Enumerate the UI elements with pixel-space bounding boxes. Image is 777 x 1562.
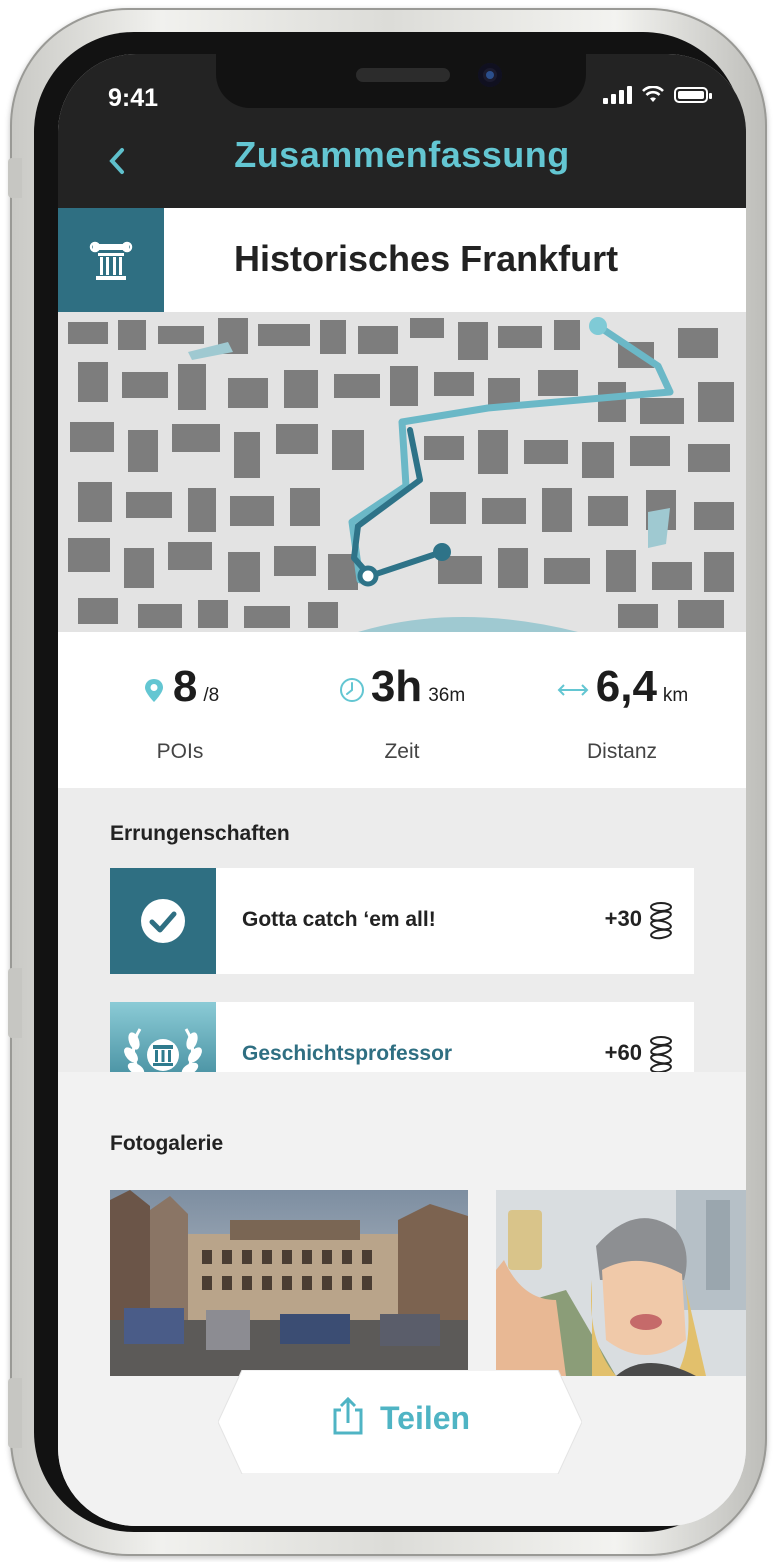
stat-value: 6,4: [595, 662, 657, 711]
page-title: Zusammenfassung: [234, 134, 570, 175]
wifi-icon: [642, 86, 664, 102]
achievements-section: Errungenschaften Gotta catch ‘em all! +3…: [58, 788, 746, 1108]
achievement-name: Geschichtsprofessor: [242, 1042, 453, 1065]
route-map[interactable]: [58, 312, 746, 632]
stat-value: 8: [172, 662, 198, 711]
coin-stack-icon: [650, 1036, 672, 1074]
status-time: 9:41: [108, 84, 159, 112]
stat-time: 3h 36m Zeit: [292, 632, 512, 788]
battery-icon: [674, 87, 712, 103]
tour-title: Historisches Frankfurt: [234, 238, 619, 279]
phone-notch: [216, 54, 586, 108]
stat-label: Distanz: [586, 740, 658, 763]
stat-suffix: km: [662, 685, 689, 706]
photo-image: [496, 1190, 746, 1376]
checkmark-circle-icon: [141, 899, 185, 943]
phone-side-button: [8, 968, 22, 1038]
speaker-grille: [356, 68, 450, 82]
phone-side-button: [8, 158, 22, 198]
stat-suffix: 36m: [428, 685, 466, 706]
phone-side-button: [8, 1378, 22, 1448]
share-icon: [333, 1396, 363, 1435]
stat-label: Zeit: [384, 740, 420, 763]
stat-value: 3h: [370, 662, 423, 711]
section-title: Fotogalerie: [110, 1132, 224, 1155]
achievement-points: +30: [604, 906, 642, 931]
temple-column-icon: [89, 241, 133, 280]
tour-stats: 8 /8 POIs 3h 36m Zeit 6,4 km Distanz: [58, 632, 746, 788]
arrow-both-ways-icon: [557, 684, 589, 696]
coin-stack-icon: [650, 902, 672, 940]
stat-suffix: /8: [203, 685, 220, 706]
section-title: Errungenschaften: [110, 822, 290, 845]
share-label: Teilen: [380, 1400, 471, 1436]
clock-icon: [339, 678, 364, 702]
achievement-name: Gotta catch ‘em all!: [242, 908, 436, 931]
achievement-icon-box: [110, 868, 216, 974]
gallery-photo-selfie[interactable]: [496, 1190, 746, 1376]
stat-pois: 8 /8 POIs: [70, 632, 290, 788]
tour-header: Historisches Frankfurt: [58, 208, 746, 312]
signal-icon: [603, 86, 632, 104]
app-screen: 9:41 Zusammenfassung Historisches Frankf…: [58, 54, 746, 1526]
status-icons: [603, 86, 712, 104]
achievement-card[interactable]: Gotta catch ‘em all! +30: [110, 868, 694, 974]
front-camera: [478, 63, 502, 87]
tour-icon-box: [58, 208, 164, 312]
gallery-photo-square[interactable]: [110, 1190, 468, 1376]
photo-image: [110, 1190, 468, 1376]
achievement-points: +60: [604, 1040, 642, 1065]
map-pin-icon: [144, 679, 163, 702]
stat-label: POIs: [156, 740, 204, 763]
stat-distance: 6,4 km Distanz: [512, 632, 732, 788]
share-button[interactable]: Teilen: [218, 1370, 582, 1474]
map-canvas: [58, 312, 746, 632]
